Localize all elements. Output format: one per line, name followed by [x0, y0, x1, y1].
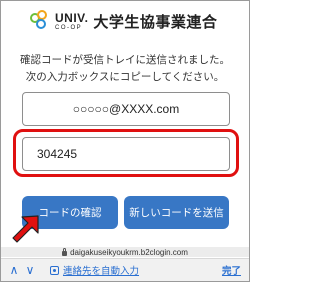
contact-card-icon — [50, 265, 59, 275]
page-title: 大学生協事業連合 — [93, 12, 218, 31]
done-button[interactable]: 完了 — [222, 263, 241, 277]
previous-field-button[interactable]: ∧ — [6, 263, 22, 277]
autofill-label: 連絡先を自動入力 — [63, 266, 140, 277]
email-value: ○○○○○@XXXX.com — [72, 102, 180, 116]
logo-univ-text: UNIV. CO-OP — [55, 12, 88, 31]
email-field[interactable]: ○○○○○@XXXX.com — [22, 92, 230, 126]
url-bar[interactable]: daigakuseikyoukrm.b2clogin.com — [1, 247, 249, 257]
lock-icon — [62, 247, 68, 256]
instruction-line-2: 次の入力ボックスにコピーしてください。 — [25, 71, 225, 83]
verification-code-value: 304245 — [37, 147, 78, 161]
instruction-line-1: 確認コードが受信トレイに送信されました。 — [20, 54, 230, 66]
next-field-button[interactable]: ∨ — [22, 263, 38, 277]
resend-code-label: 新しいコードを送信 — [129, 207, 224, 219]
logo-coop: CO-OP — [55, 24, 83, 31]
logo: UNIV. CO-OP 大学生協事業連合 — [30, 8, 217, 34]
autofill-contact-button[interactable]: 連絡先を自動入力 — [50, 263, 139, 277]
resend-code-button[interactable]: 新しいコードを送信 — [124, 196, 229, 229]
pointer-arrow-icon — [12, 215, 39, 243]
coop-logo-icon — [30, 10, 52, 32]
url-text: daigakuseikyoukrm.b2clogin.com — [70, 247, 188, 257]
logo-univ: UNIV. — [55, 10, 89, 25]
instruction-text: 確認コードが受信トレイに送信されました。 次の入力ボックスにコピーしてください。 — [0, 52, 250, 86]
confirm-code-label: コードの確認 — [38, 207, 102, 219]
verification-code-input[interactable]: 304245 — [22, 137, 230, 171]
keyboard-toolbar: ∧ ∨ 連絡先を自動入力 完了 — [1, 258, 249, 281]
